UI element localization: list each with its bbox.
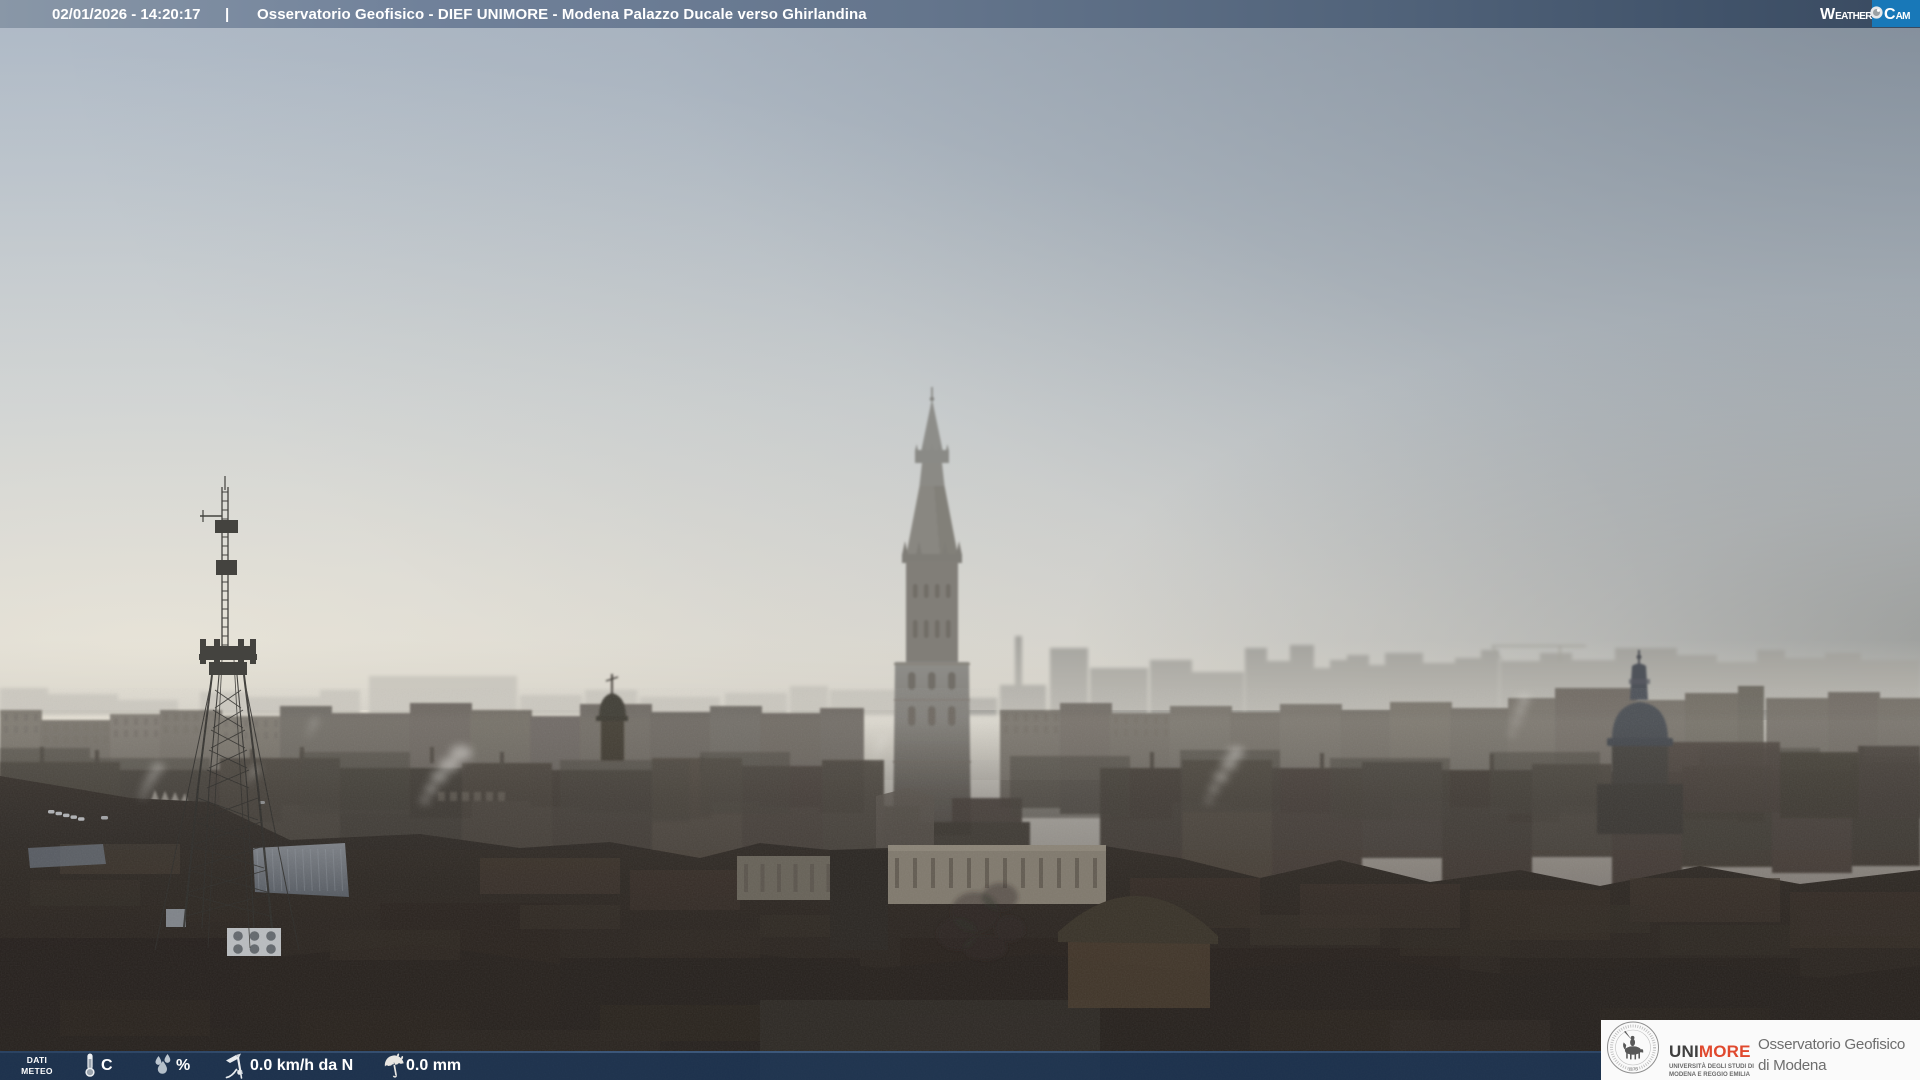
svg-text:di Modena: di Modena: [1758, 1057, 1827, 1074]
svg-text:UNIVERSITÀ DEGLI STUDI DI: UNIVERSITÀ DEGLI STUDI DI: [1669, 1063, 1754, 1070]
svg-text:MODENA E REGGIO EMILIA: MODENA E REGGIO EMILIA: [1669, 1071, 1751, 1078]
svg-text:1175: 1175: [1628, 1067, 1638, 1072]
svg-text:UNIMORE: UNIMORE: [1669, 1042, 1751, 1061]
svg-text:Osservatorio Geofisico: Osservatorio Geofisico: [1758, 1036, 1905, 1053]
